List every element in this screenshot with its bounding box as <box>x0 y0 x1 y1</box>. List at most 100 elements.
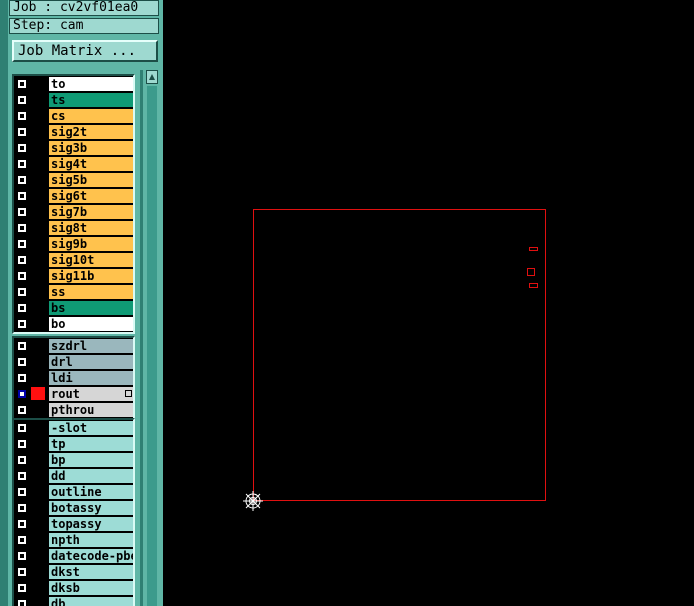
layer-name[interactable]: bp <box>49 453 133 467</box>
layer-name[interactable]: to <box>49 77 133 91</box>
layer-row-tp[interactable]: tp <box>14 436 133 452</box>
layer-display-toggle[interactable] <box>31 253 45 266</box>
layer-name[interactable]: topassy <box>49 517 133 531</box>
layer-name[interactable]: rout <box>49 387 133 401</box>
layer-row-datecode-pbe[interactable]: datecode-pbe <box>14 548 133 564</box>
layer-row-sig4t[interactable]: sig4t <box>14 156 133 172</box>
layer-affected-checkbox[interactable] <box>17 599 27 606</box>
board-profile-outline[interactable] <box>253 209 546 501</box>
scrollbar-track[interactable] <box>147 86 157 606</box>
layer-list-scrollbar[interactable] <box>145 70 159 606</box>
layer-name[interactable]: cs <box>49 109 133 123</box>
layer-affected-checkbox[interactable] <box>17 95 27 105</box>
layer-name[interactable]: npth <box>49 533 133 547</box>
layer-row-outline[interactable]: outline <box>14 484 133 500</box>
layer-affected-checkbox[interactable] <box>17 239 27 249</box>
layer-row-sig3b[interactable]: sig3b <box>14 140 133 156</box>
rout-feature-slot-2[interactable] <box>529 283 538 288</box>
layer-affected-checkbox[interactable] <box>17 207 27 217</box>
layer-name[interactable]: sig6t <box>49 189 133 203</box>
layer-display-toggle[interactable] <box>31 355 45 368</box>
layer-name[interactable]: pthrou <box>49 403 133 417</box>
layer-row-sig9b[interactable]: sig9b <box>14 236 133 252</box>
layer-display-toggle[interactable] <box>31 403 45 416</box>
layer-display-toggle[interactable] <box>31 581 45 594</box>
layer-name[interactable]: sig5b <box>49 173 133 187</box>
layer-name[interactable]: sig11b <box>49 269 133 283</box>
layer-row-slot[interactable]: -slot <box>14 420 133 436</box>
layer-row-szdrl[interactable]: szdrl <box>14 338 133 354</box>
layer-row-bp[interactable]: bp <box>14 452 133 468</box>
layer-name[interactable]: outline <box>49 485 133 499</box>
layer-row-ts[interactable]: ts <box>14 92 133 108</box>
layer-display-toggle[interactable] <box>31 339 45 352</box>
layer-display-toggle[interactable] <box>31 285 45 298</box>
layer-name[interactable]: sig3b <box>49 141 133 155</box>
layer-name[interactable]: sig9b <box>49 237 133 251</box>
layer-row-sig5b[interactable]: sig5b <box>14 172 133 188</box>
layer-display-toggle[interactable] <box>31 269 45 282</box>
layer-affected-checkbox[interactable] <box>17 439 27 449</box>
layer-row-sig7b[interactable]: sig7b <box>14 204 133 220</box>
layer-affected-checkbox[interactable] <box>17 191 27 201</box>
layer-name[interactable]: datecode-pbe <box>49 549 133 563</box>
layer-row-ss[interactable]: ss <box>14 284 133 300</box>
layer-name[interactable]: sig7b <box>49 205 133 219</box>
layer-display-toggle[interactable] <box>31 533 45 546</box>
layer-affected-checkbox[interactable] <box>17 551 27 561</box>
layer-display-toggle[interactable] <box>31 109 45 122</box>
layer-display-toggle[interactable] <box>31 173 45 186</box>
layer-row-cs[interactable]: cs <box>14 108 133 124</box>
layer-name[interactable]: sig10t <box>49 253 133 267</box>
layer-row-dkst[interactable]: dkst <box>14 564 133 580</box>
board-view[interactable] <box>163 0 694 606</box>
layer-affected-checkbox[interactable] <box>17 319 27 329</box>
layer-affected-checkbox[interactable] <box>17 519 27 529</box>
layer-affected-checkbox[interactable] <box>17 303 27 313</box>
layer-affected-checkbox[interactable] <box>17 341 27 351</box>
layer-row-sig8t[interactable]: sig8t <box>14 220 133 236</box>
layer-name[interactable]: bo <box>49 317 133 331</box>
layer-display-toggle[interactable] <box>31 387 45 400</box>
layer-display-toggle[interactable] <box>31 469 45 482</box>
layer-name[interactable]: drl <box>49 355 133 369</box>
layer-affected-checkbox[interactable] <box>17 357 27 367</box>
layer-name[interactable]: bs <box>49 301 133 315</box>
layer-row-sig6t[interactable]: sig6t <box>14 188 133 204</box>
layer-row-pthrou[interactable]: pthrou <box>14 402 133 418</box>
layer-row-ldi[interactable]: ldi <box>14 370 133 386</box>
layer-display-toggle[interactable] <box>31 485 45 498</box>
layer-affected-checkbox[interactable] <box>17 535 27 545</box>
rout-feature-slot-1[interactable] <box>529 247 538 251</box>
layer-affected-checkbox[interactable] <box>17 79 27 89</box>
rout-feature-pad[interactable] <box>527 268 535 276</box>
layer-affected-checkbox[interactable] <box>17 487 27 497</box>
layer-affected-checkbox[interactable] <box>17 455 27 465</box>
layer-name[interactable]: dksb <box>49 581 133 595</box>
layer-name[interactable]: sig2t <box>49 125 133 139</box>
layer-name[interactable]: db <box>49 597 133 606</box>
layer-affected-checkbox[interactable] <box>17 255 27 265</box>
layer-name[interactable]: sig8t <box>49 221 133 235</box>
layer-affected-checkbox[interactable] <box>17 423 27 433</box>
job-matrix-button[interactable]: Job Matrix ... <box>12 40 158 62</box>
layer-affected-checkbox[interactable] <box>17 127 27 137</box>
layer-name[interactable]: dkst <box>49 565 133 579</box>
layer-row-dksb[interactable]: dksb <box>14 580 133 596</box>
layer-row-drl[interactable]: drl <box>14 354 133 370</box>
layer-display-toggle[interactable] <box>31 205 45 218</box>
layer-display-toggle[interactable] <box>31 437 45 450</box>
arrow-up-icon[interactable] <box>146 70 158 84</box>
layer-display-toggle[interactable] <box>31 77 45 90</box>
layer-name[interactable]: tp <box>49 437 133 451</box>
layer-affected-checkbox[interactable] <box>17 567 27 577</box>
layer-display-toggle[interactable] <box>31 597 45 606</box>
layer-affected-checkbox[interactable] <box>17 159 27 169</box>
layer-row-sig11b[interactable]: sig11b <box>14 268 133 284</box>
layer-row-topassy[interactable]: topassy <box>14 516 133 532</box>
layer-row-bs[interactable]: bs <box>14 300 133 316</box>
layer-display-toggle[interactable] <box>31 371 45 384</box>
layer-affected-checkbox[interactable] <box>17 111 27 121</box>
layer-display-toggle[interactable] <box>31 453 45 466</box>
layer-display-toggle[interactable] <box>31 237 45 250</box>
